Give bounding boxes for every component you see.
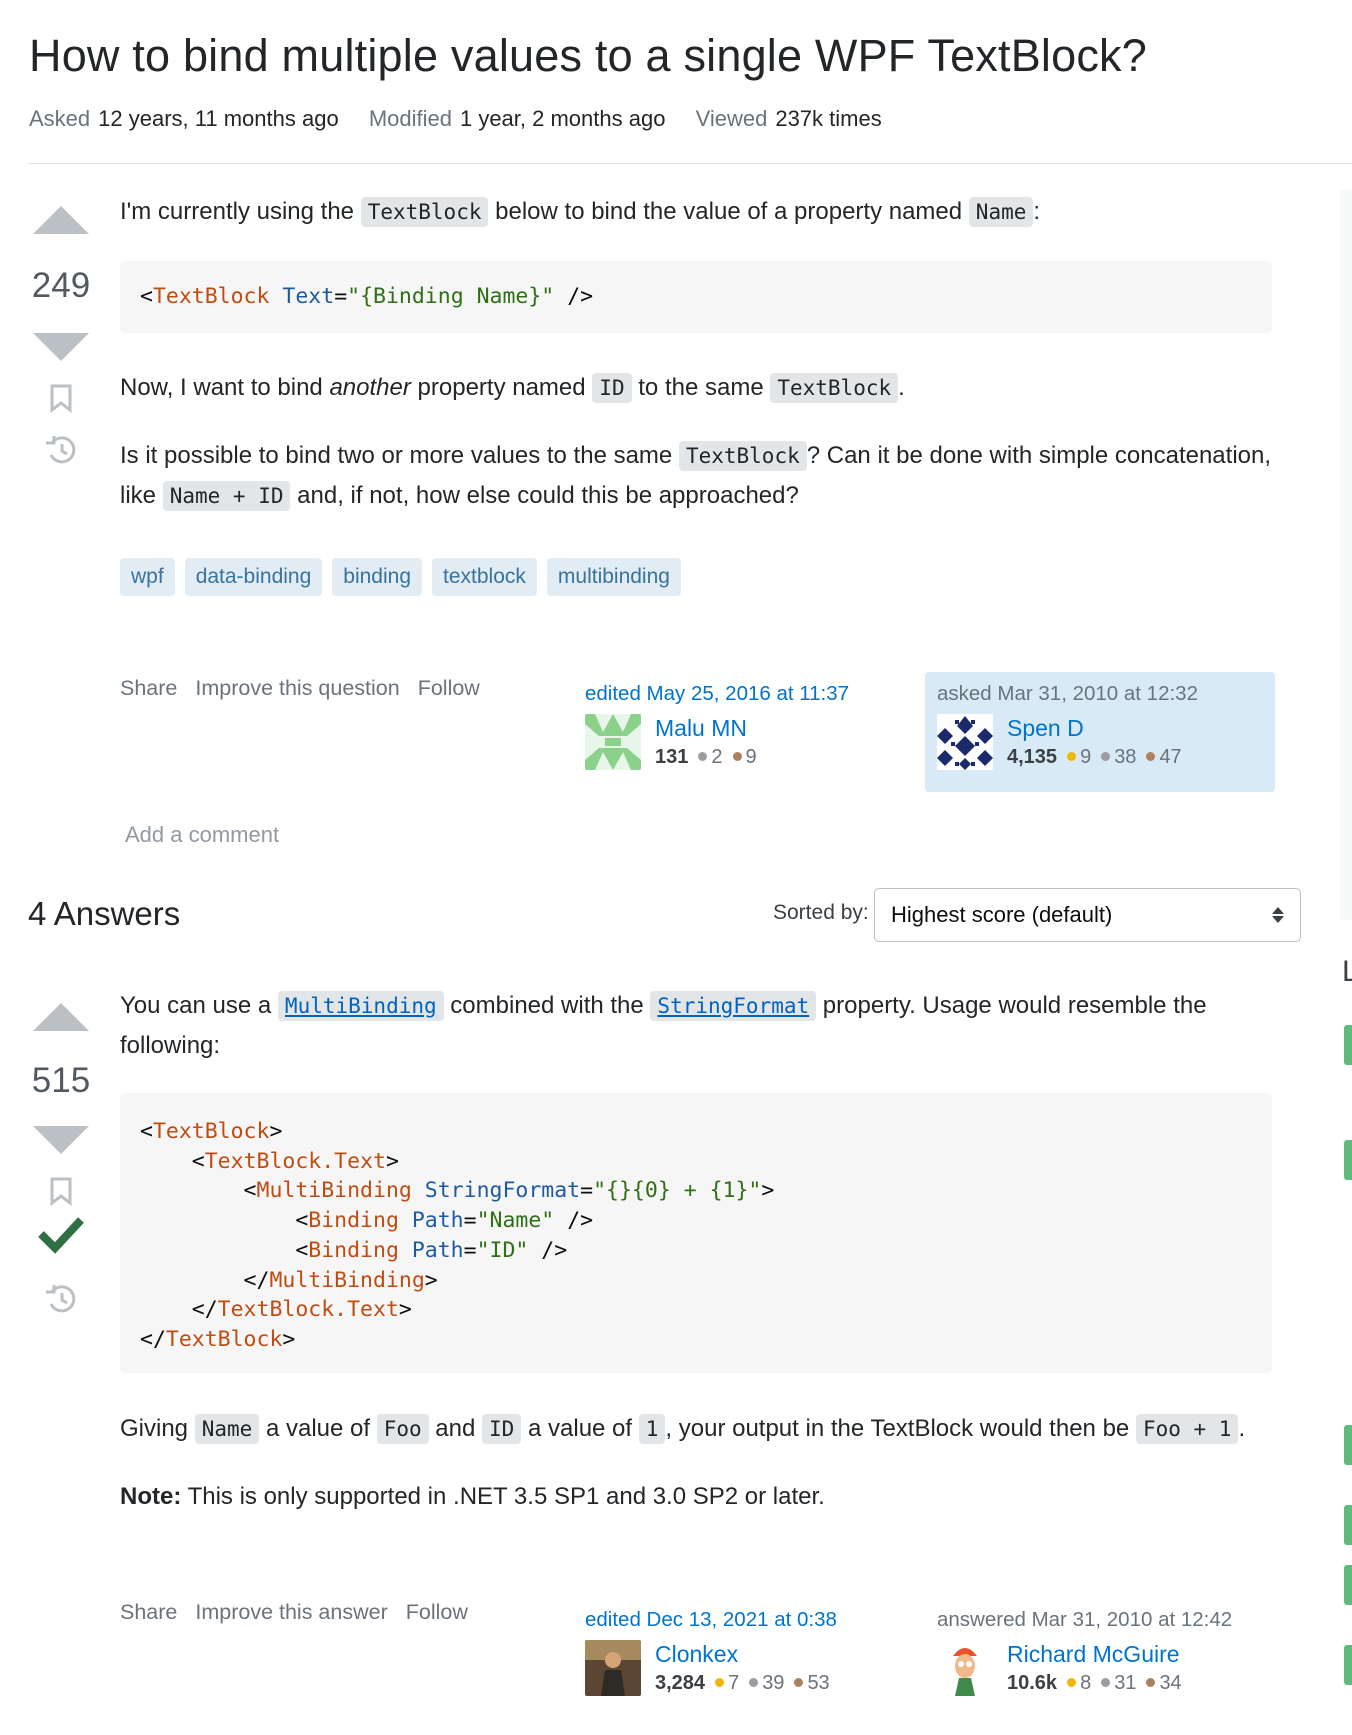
question-paragraph: Now, I want to bind another property nam… [120, 373, 905, 403]
editor-signature: edited Dec 13, 2021 at 0:38 Clonkex 3,28… [573, 1598, 923, 1718]
upvote-button[interactable] [33, 1003, 89, 1031]
answer-paragraph: You can use a MultiBinding combined with… [120, 991, 1207, 1059]
sort-select-value: Highest score (default) [891, 902, 1113, 927]
sidebar-edge [1340, 190, 1352, 920]
sidebar-cut-text: L [1342, 955, 1352, 988]
question-vote-cell: 249 [28, 206, 94, 467]
improve-link[interactable]: Improve this answer [195, 1600, 387, 1624]
avatar[interactable] [585, 714, 641, 770]
owner-reputation: 10.6k 8 31 34 [1007, 1672, 1182, 1694]
sidebar-edge-marker [1344, 1645, 1352, 1685]
viewed-label: Viewed [695, 106, 768, 131]
sidebar-edge-marker [1344, 1140, 1352, 1180]
downvote-button[interactable] [33, 1126, 89, 1154]
owner-signature: answered Mar 31, 2010 at 12:42 Richard M… [925, 1598, 1275, 1718]
multibinding-link[interactable]: MultiBinding [277, 991, 444, 1021]
editor-reputation: 131 2 9 [655, 746, 757, 768]
inline-code: ID [592, 373, 632, 403]
question-code-block: <TextBlock Text="{Binding Name}" /> [120, 261, 1272, 333]
improve-link[interactable]: Improve this question [195, 676, 399, 700]
editor-reputation: 3,284 7 39 53 [655, 1672, 830, 1694]
asked-label: Asked [29, 106, 91, 131]
downvote-button[interactable] [33, 333, 89, 361]
sidebar-edge-marker [1344, 1425, 1352, 1465]
inline-code: Name [968, 197, 1034, 227]
share-link[interactable]: Share [120, 676, 177, 700]
sidebar-edge-marker [1344, 1025, 1352, 1065]
upvote-button[interactable] [33, 206, 89, 234]
stringformat-link[interactable]: StringFormat [650, 991, 817, 1021]
viewed-value: 237k times [775, 106, 882, 131]
answer-body-continued: Giving Name a value of Foo and ID a valu… [120, 1409, 1280, 1517]
edited-time[interactable]: edited Dec 13, 2021 at 0:38 [585, 1608, 911, 1632]
answer-actions: Share Improve this answer Follow [120, 1600, 480, 1625]
question-score: 249 [31, 266, 91, 305]
answered-time[interactable]: answered Mar 31, 2010 at 12:42 [937, 1608, 1263, 1632]
history-icon[interactable] [43, 433, 79, 467]
inline-code: Name + ID [162, 481, 291, 511]
sorted-by-label: Sorted by: [773, 901, 869, 924]
bookmark-icon[interactable] [48, 383, 74, 413]
editor-name[interactable]: Clonkex [655, 1640, 840, 1668]
answers-count: 4 Answers [28, 895, 181, 932]
question-tags: wpf data-binding binding textblock multi… [120, 558, 681, 596]
inline-code: TextBlock [678, 441, 807, 471]
owner-name[interactable]: Richard McGuire [1007, 1640, 1192, 1668]
answer-code-block: <TextBlock> <TextBlock.Text> <MultiBindi… [120, 1093, 1272, 1373]
sidebar-edge-marker [1344, 1565, 1352, 1605]
tag[interactable]: wpf [120, 558, 175, 596]
share-link[interactable]: Share [120, 1600, 177, 1624]
answer-vote-cell: 515 [28, 1003, 94, 1316]
tag[interactable]: multibinding [546, 558, 681, 596]
editor-signature: edited May 25, 2016 at 11:37 Malu MN 131… [573, 672, 923, 792]
inline-code: TextBlock [770, 373, 899, 403]
bookmark-icon[interactable] [48, 1176, 74, 1206]
follow-link[interactable]: Follow [418, 676, 480, 700]
tag[interactable]: data-binding [184, 558, 323, 596]
question-meta: Asked 12 years, 11 months ago Modified 1 y… [29, 106, 906, 132]
owner-reputation: 4,135 9 38 47 [1007, 746, 1182, 768]
avatar[interactable] [585, 1640, 641, 1696]
editor-name[interactable]: Malu MN [655, 714, 767, 742]
modified-label: Modified [368, 106, 452, 131]
owner-name[interactable]: Spen D [1007, 714, 1192, 742]
sidebar-edge-marker [1344, 1505, 1352, 1545]
avatar[interactable] [937, 1640, 993, 1696]
answer-body: You can use a MultiBinding combined with… [120, 986, 1280, 1066]
add-comment-link[interactable]: Add a comment [125, 822, 279, 848]
question-paragraph: I'm currently using the TextBlock below … [120, 197, 1041, 227]
follow-link[interactable]: Follow [406, 1600, 468, 1624]
asked-time[interactable]: asked Mar 31, 2010 at 12:32 [937, 682, 1263, 706]
tag[interactable]: textblock [432, 558, 537, 596]
tag[interactable]: binding [332, 558, 423, 596]
select-arrows-icon [1272, 907, 1284, 923]
accepted-check-icon [38, 1217, 84, 1254]
question-title[interactable]: How to bind multiple values to a single … [29, 30, 1147, 82]
history-icon[interactable] [43, 1282, 79, 1316]
title-divider [28, 163, 1352, 164]
answer-note: Note: This is only supported in .NET 3.5… [120, 1483, 825, 1510]
asked-value: 12 years, 11 months ago [98, 106, 339, 131]
modified-value[interactable]: 1 year, 2 months ago [460, 106, 665, 131]
answer-paragraph: Giving Name a value of Foo and ID a valu… [120, 1414, 1246, 1444]
avatar[interactable] [937, 714, 993, 770]
inline-code: TextBlock [360, 197, 489, 227]
question-body-continued: Now, I want to bind another property nam… [120, 368, 1280, 516]
question-body: I'm currently using the TextBlock below … [120, 192, 1280, 232]
edited-time[interactable]: edited May 25, 2016 at 11:37 [585, 682, 911, 706]
question-paragraph: Is it possible to bind two or more value… [120, 441, 1272, 511]
answer-score: 515 [31, 1061, 91, 1100]
question-actions: Share Improve this question Follow [120, 676, 492, 701]
sort-select[interactable]: Highest score (default) [874, 888, 1301, 942]
owner-signature: asked Mar 31, 2010 at 12:32 Spen D 4,135… [925, 672, 1275, 792]
